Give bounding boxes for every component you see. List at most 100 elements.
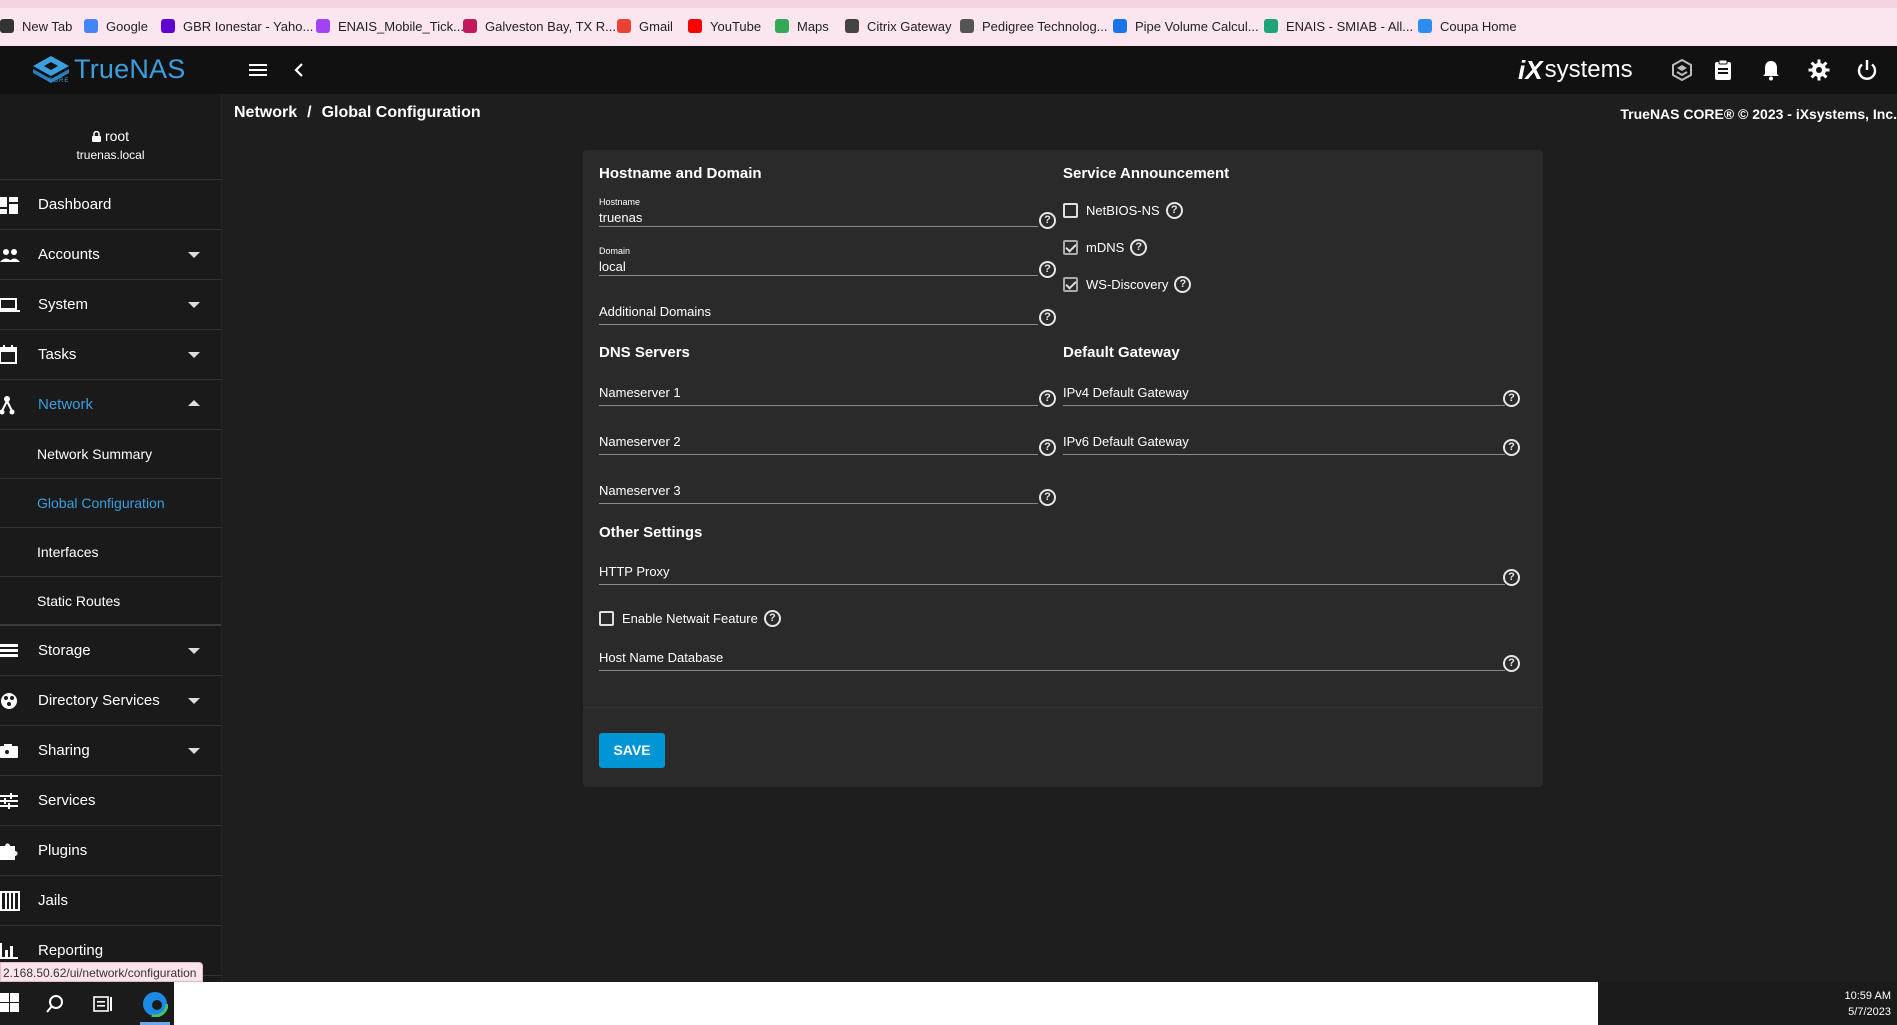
domain-field[interactable]: Domain local <box>599 246 1038 276</box>
ws-discovery-checkbox[interactable]: WS-Discovery ? <box>1063 276 1192 293</box>
section-title-hostname-domain: Hostname and Domain <box>599 165 762 182</box>
chevron-left-icon[interactable] <box>287 58 311 82</box>
nameserver-1-field[interactable]: Nameserver 1 <box>599 376 1038 406</box>
section-title-default-gateway: Default Gateway <box>1063 344 1180 361</box>
system-clock[interactable]: 10:59 AM 5/7/2023 <box>1845 988 1891 1020</box>
help-icon[interactable]: ? <box>1503 439 1520 456</box>
bookmark-item[interactable]: New Tab <box>0 17 72 35</box>
netwait-checkbox[interactable]: Enable Netwait Feature ? <box>599 610 781 627</box>
windows-taskbar: 10:59 AM 5/7/2023 <box>0 982 1897 1025</box>
domain-value: local <box>599 259 626 274</box>
netbios-checkbox[interactable]: NetBIOS-NS ? <box>1063 202 1183 219</box>
nameserver-2-field[interactable]: Nameserver 2 <box>599 425 1038 455</box>
power-icon[interactable] <box>1855 58 1879 82</box>
ixsystems-logo[interactable]: iX systems <box>1518 54 1633 86</box>
chevron-down-icon <box>188 302 200 308</box>
sidebar-item-system[interactable]: System <box>0 280 221 330</box>
help-icon[interactable]: ? <box>763 610 781 627</box>
sidebar-item-plugins[interactable]: Plugins <box>0 826 221 876</box>
task-manager-icon[interactable] <box>1711 58 1735 82</box>
help-icon[interactable]: ? <box>1174 276 1192 293</box>
bookmark-item[interactable]: Coupa Home <box>1418 17 1517 35</box>
sliders-icon <box>0 791 20 811</box>
clock-date: 5/7/2023 <box>1848 1006 1891 1018</box>
help-icon[interactable]: ? <box>1503 390 1520 407</box>
bookmark-item[interactable]: Gmail <box>617 17 673 35</box>
bookmark-item[interactable]: Maps <box>775 17 829 35</box>
bookmark-label: New Tab <box>22 18 73 34</box>
bookmark-label: Google <box>106 18 148 34</box>
sidebar-item-tasks[interactable]: Tasks <box>0 330 221 380</box>
user-host: truenas.local <box>76 148 145 162</box>
ix-brand-text: systems <box>1544 56 1633 83</box>
menu-toggle-icon[interactable] <box>246 58 270 82</box>
help-icon[interactable]: ? <box>1039 390 1056 407</box>
bookmark-item[interactable]: YouTube <box>688 17 761 35</box>
bookmark-label: Pipe Volume Calcul... <box>1135 18 1259 34</box>
sharing-icon <box>0 741 20 761</box>
ipv4-gateway-field[interactable]: IPv4 Default Gateway <box>1063 376 1505 406</box>
additional-domains-field[interactable]: Additional Domains <box>599 295 1038 325</box>
sidebar-subitem-interfaces[interactable]: Interfaces <box>0 528 221 577</box>
host-name-database-field[interactable]: Host Name Database <box>599 641 1505 671</box>
chevron-down-icon <box>188 698 200 704</box>
bookmark-item[interactable]: Pipe Volume Calcul... <box>1113 17 1259 35</box>
bookmark-item[interactable]: Galveston Bay, TX R... <box>463 17 616 35</box>
breadcrumb-network-link[interactable]: Network <box>234 104 297 122</box>
checkbox-box[interactable] <box>1063 240 1078 255</box>
sidebar-item-services[interactable]: Services <box>0 776 221 826</box>
nameserver-3-field[interactable]: Nameserver 3 <box>599 474 1038 504</box>
windows-start-icon[interactable] <box>0 993 24 1017</box>
help-icon[interactable]: ? <box>1039 212 1056 229</box>
bookmark-item[interactable]: ENAIS - SMIAB - All... <box>1264 17 1413 35</box>
bookmark-item[interactable]: GBR Ionestar - Yaho... <box>161 17 313 35</box>
help-icon[interactable]: ? <box>1165 202 1183 219</box>
http-proxy-field[interactable]: HTTP Proxy <box>599 555 1505 585</box>
help-icon[interactable]: ? <box>1039 261 1056 278</box>
bookmark-item[interactable]: Pedigree Technolog... <box>960 17 1108 35</box>
truecommand-icon[interactable] <box>1670 58 1694 82</box>
bookmark-favicon-icon <box>463 19 477 33</box>
sidebar-subitem-label: Interfaces <box>37 544 99 560</box>
sidebar-item-label: Directory Services <box>38 692 160 709</box>
chevron-up-icon <box>188 400 200 406</box>
mdns-checkbox[interactable]: mDNS ? <box>1063 239 1148 256</box>
sidebar-item-dashboard[interactable]: Dashboard <box>0 180 221 230</box>
sidebar-item-sharing[interactable]: Sharing <box>0 726 221 776</box>
help-icon[interactable]: ? <box>1039 489 1056 506</box>
sidebar-subitem-global-configuration[interactable]: Global Configuration <box>0 479 221 528</box>
bookmark-item[interactable]: ENAIS_Mobile_Tick... <box>316 17 464 35</box>
task-view-icon[interactable] <box>91 992 115 1016</box>
edge-browser-icon[interactable] <box>141 990 169 1018</box>
ipv6-gateway-field[interactable]: IPv6 Default Gateway <box>1063 425 1505 455</box>
checkbox-box[interactable] <box>1063 203 1078 218</box>
help-icon[interactable]: ? <box>1130 239 1148 256</box>
help-icon[interactable]: ? <box>1503 569 1520 586</box>
search-icon[interactable] <box>43 992 67 1016</box>
help-icon[interactable]: ? <box>1039 439 1056 456</box>
sidebar-item-directory-services[interactable]: Directory Services <box>0 676 221 726</box>
sidebar-item-accounts[interactable]: Accounts <box>0 230 221 280</box>
bell-icon[interactable] <box>1759 58 1783 82</box>
sidebar-item-label: Services <box>38 792 96 809</box>
bookmark-item[interactable]: Citrix Gateway <box>845 17 952 35</box>
chevron-down-icon <box>188 748 200 754</box>
bookmark-label: GBR Ionestar - Yaho... <box>183 18 314 34</box>
sidebar-item-label: Jails <box>38 892 69 909</box>
save-button[interactable]: SAVE <box>599 733 665 768</box>
gear-icon[interactable] <box>1807 58 1831 82</box>
help-icon[interactable]: ? <box>1039 309 1056 326</box>
bookmark-item[interactable]: Google <box>84 17 148 35</box>
sidebar-item-storage[interactable]: Storage <box>0 626 221 676</box>
bookmark-label: YouTube <box>710 18 762 34</box>
checkbox-box[interactable] <box>599 611 614 626</box>
breadcrumb: Network / Global Configuration <box>234 104 481 122</box>
checkbox-box[interactable] <box>1063 277 1078 292</box>
sidebar-subitem-label: Static Routes <box>37 593 121 609</box>
help-icon[interactable]: ? <box>1503 655 1520 672</box>
sidebar-subitem-network-summary[interactable]: Network Summary <box>0 430 221 479</box>
sidebar-item-jails[interactable]: Jails <box>0 876 221 926</box>
sidebar-item-network[interactable]: Network <box>0 380 221 430</box>
sidebar-subitem-static-routes[interactable]: Static Routes <box>0 577 221 626</box>
hostname-field[interactable]: Hostname truenas <box>599 197 1038 227</box>
